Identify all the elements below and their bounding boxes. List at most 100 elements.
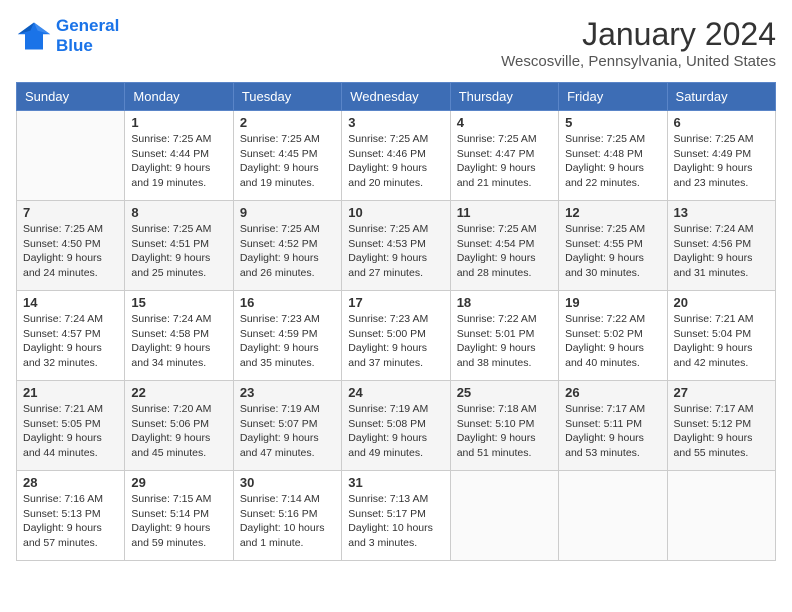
day-number: 10 [348,205,443,220]
day-number: 12 [565,205,660,220]
daylight-hours: Daylight: 9 hours and 49 minutes. [348,431,443,460]
calendar-week-1: 1Sunrise: 7:25 AMSunset: 4:44 PMDaylight… [17,111,776,201]
daylight-hours: Daylight: 9 hours and 20 minutes. [348,161,443,190]
calendar-cell: 18Sunrise: 7:22 AMSunset: 5:01 PMDayligh… [450,291,558,381]
weekday-header-friday: Friday [559,83,667,111]
sunset: Sunset: 5:14 PM [131,507,226,522]
day-info: Sunrise: 7:25 AMSunset: 4:55 PMDaylight:… [565,222,660,281]
sunrise: Sunrise: 7:21 AM [674,312,769,327]
calendar-cell: 16 Sunrise: 7:23 AMSunset: 4:59 PMDayligh… [233,291,341,381]
day-number: 4 [457,115,552,130]
calendar-cell: 21 Sunrise: 7:21 AMSunset: 5:05 PMDayligh… [17,381,125,471]
day-number: 14 [23,295,118,310]
sunset: Sunset: 4:47 PM [457,147,552,162]
sunset: Sunset: 5:05 PM [23,417,118,432]
logo-text: General Blue [56,16,119,56]
daylight-hours: Daylight: 9 hours and 40 minutes. [565,341,660,370]
day-info: Sunrise: 7:14 AMSunset: 5:16 PMDaylight:… [240,492,335,551]
day-info: Sunrise: 7:25 AMSunset: 4:53 PMDaylight:… [348,222,443,281]
day-number: 22 [131,385,226,400]
sunrise: Sunrise: 7:25 AM [240,222,335,237]
day-info: Sunrise: 7:25 AMSunset: 4:47 PMDaylight:… [457,132,552,191]
calendar-table: SundayMondayTuesdayWednesdayThursdayFrid… [16,82,776,561]
sunrise: Sunrise: 7:20 AM [131,402,226,417]
calendar-cell: 10 Sunrise: 7:25 AMSunset: 4:53 PMDayligh… [342,201,450,291]
month-title: January 2024 [501,16,776,53]
sunrise: Sunrise: 7:25 AM [457,222,552,237]
sunset: Sunset: 4:46 PM [348,147,443,162]
sunrise: Sunrise: 7:16 AM [23,492,118,507]
calendar-cell: 8Sunrise: 7:25 AMSunset: 4:51 PMDaylight… [125,201,233,291]
day-info: Sunrise: 7:21 AMSunset: 5:05 PMDaylight:… [23,402,118,461]
calendar-cell: 13Sunrise: 7:24 AMSunset: 4:56 PMDayligh… [667,201,775,291]
day-info: Sunrise: 7:13 AMSunset: 5:17 PMDaylight:… [348,492,443,551]
sunrise: Sunrise: 7:24 AM [131,312,226,327]
day-number: 15 [131,295,226,310]
day-info: Sunrise: 7:18 AMSunset: 5:10 PMDaylight:… [457,402,552,461]
page-header: General Blue January 2024 Wescosville, P… [16,16,776,70]
day-info: Sunrise: 7:24 AMSunset: 4:56 PMDaylight:… [674,222,769,281]
sunset: Sunset: 4:53 PM [348,237,443,252]
day-info: Sunrise: 7:25 AMSunset: 4:44 PMDaylight:… [131,132,226,191]
day-info: Sunrise: 7:25 AMSunset: 4:49 PMDaylight:… [674,132,769,191]
sunset: Sunset: 5:01 PM [457,327,552,342]
sunrise: Sunrise: 7:22 AM [565,312,660,327]
day-info: Sunrise: 7:22 AMSunset: 5:01 PMDaylight:… [457,312,552,371]
sunset: Sunset: 4:54 PM [457,237,552,252]
day-number: 20 [674,295,769,310]
day-info: Sunrise: 7:22 AMSunset: 5:02 PMDaylight:… [565,312,660,371]
day-info: Sunrise: 7:23 AMSunset: 4:59 PMDaylight:… [240,312,335,371]
day-info: Sunrise: 7:23 AMSunset: 5:00 PMDaylight:… [348,312,443,371]
calendar-cell [450,471,558,561]
sunrise: Sunrise: 7:24 AM [23,312,118,327]
day-number: 30 [240,475,335,490]
daylight-hours: Daylight: 9 hours and 28 minutes. [457,251,552,280]
daylight-hours: Daylight: 9 hours and 51 minutes. [457,431,552,460]
day-number: 21 [23,385,118,400]
day-number: 31 [348,475,443,490]
daylight-hours: Daylight: 10 hours and 3 minutes. [348,521,443,550]
day-info: Sunrise: 7:25 AMSunset: 4:54 PMDaylight:… [457,222,552,281]
sunset: Sunset: 4:48 PM [565,147,660,162]
day-number: 27 [674,385,769,400]
sunset: Sunset: 4:44 PM [131,147,226,162]
calendar-cell: 31 Sunrise: 7:13 AMSunset: 5:17 PMDayligh… [342,471,450,561]
day-number: 6 [674,115,769,130]
calendar-cell: 25 Sunrise: 7:18 AMSunset: 5:10 PMDayligh… [450,381,558,471]
day-number: 5 [565,115,660,130]
sunset: Sunset: 4:45 PM [240,147,335,162]
calendar-cell: 15Sunrise: 7:24 AMSunset: 4:58 PMDayligh… [125,291,233,381]
calendar-cell: 14Sunrise: 7:24 AMSunset: 4:57 PMDayligh… [17,291,125,381]
day-number: 25 [457,385,552,400]
day-number: 9 [240,205,335,220]
sunrise: Sunrise: 7:25 AM [348,132,443,147]
sunrise: Sunrise: 7:22 AM [457,312,552,327]
daylight-hours: Daylight: 9 hours and 19 minutes. [131,161,226,190]
weekday-header-sunday: Sunday [17,83,125,111]
title-block: January 2024 Wescosville, Pennsylvania, … [501,16,776,70]
calendar-cell: 19Sunrise: 7:22 AMSunset: 5:02 PMDayligh… [559,291,667,381]
sunset: Sunset: 4:50 PM [23,237,118,252]
sunset: Sunset: 5:10 PM [457,417,552,432]
calendar-cell [559,471,667,561]
sunrise: Sunrise: 7:19 AM [240,402,335,417]
day-number: 16 [240,295,335,310]
calendar-cell: 12 Sunrise: 7:25 AMSunset: 4:55 PMDayligh… [559,201,667,291]
day-info: Sunrise: 7:16 AMSunset: 5:13 PMDaylight:… [23,492,118,551]
daylight-hours: Daylight: 9 hours and 38 minutes. [457,341,552,370]
sunrise: Sunrise: 7:13 AM [348,492,443,507]
day-number: 2 [240,115,335,130]
calendar-cell: 24Sunrise: 7:19 AMSunset: 5:08 PMDayligh… [342,381,450,471]
calendar-cell: 29Sunrise: 7:15 AMSunset: 5:14 PMDayligh… [125,471,233,561]
calendar-cell: 7Sunrise: 7:25 AMSunset: 4:50 PMDaylight… [17,201,125,291]
sunset: Sunset: 5:02 PM [565,327,660,342]
sunset: Sunset: 5:07 PM [240,417,335,432]
calendar-cell: 27Sunrise: 7:17 AMSunset: 5:12 PMDayligh… [667,381,775,471]
daylight-hours: Daylight: 9 hours and 37 minutes. [348,341,443,370]
weekday-header-saturday: Saturday [667,83,775,111]
sunset: Sunset: 4:59 PM [240,327,335,342]
logo-icon [16,18,52,54]
day-info: Sunrise: 7:25 AMSunset: 4:51 PMDaylight:… [131,222,226,281]
calendar-cell: 26Sunrise: 7:17 AMSunset: 5:11 PMDayligh… [559,381,667,471]
daylight-hours: Daylight: 9 hours and 25 minutes. [131,251,226,280]
